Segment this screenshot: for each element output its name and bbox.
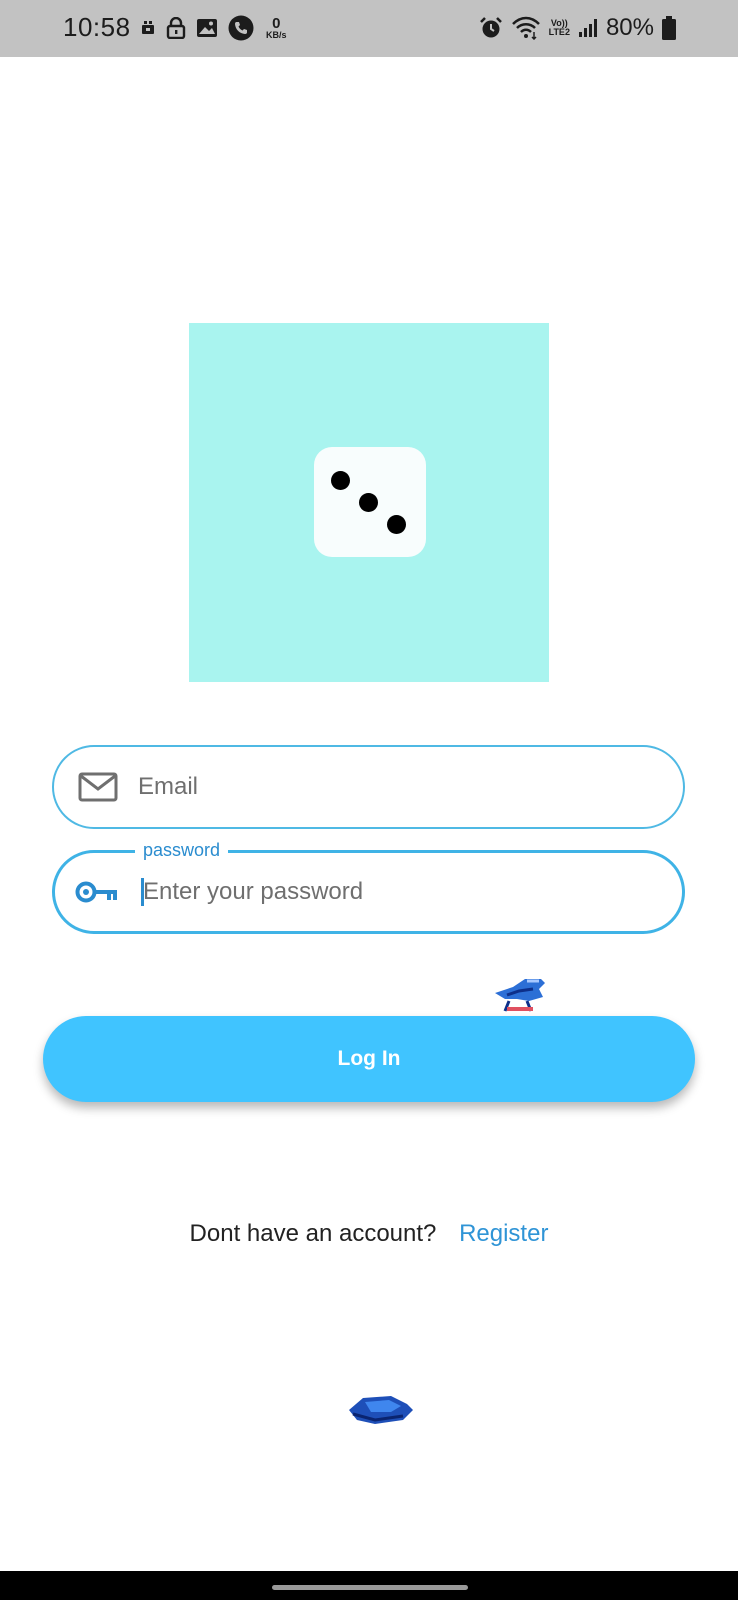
video-record-icon — [142, 21, 154, 34]
password-field[interactable]: password — [52, 839, 685, 934]
password-label: password — [135, 839, 229, 861]
password-input[interactable] — [143, 872, 662, 912]
die-icon — [314, 447, 426, 557]
mail-icon — [78, 772, 118, 802]
status-system-icons: Vo)) LTE2 80% — [479, 14, 676, 42]
die-pip — [359, 493, 378, 512]
image-icon — [197, 19, 217, 37]
network-speed-unit: KB/s — [266, 30, 287, 40]
signal-icon — [578, 19, 597, 37]
navigation-bar — [0, 1571, 738, 1600]
status-bar: 10:58 0 KB/s Vo)) LTE2 80% — [0, 0, 738, 57]
battery-percent: 80% — [605, 14, 654, 41]
key-icon — [75, 881, 117, 903]
app-logo — [189, 323, 549, 682]
register-prompt: Dont have an account? — [189, 1220, 437, 1247]
email-input[interactable] — [138, 767, 663, 807]
phone-call-icon — [228, 15, 254, 41]
register-link[interactable]: Register — [459, 1220, 548, 1247]
bird-sprite-icon — [495, 979, 545, 1012]
login-screen: 10:58 0 KB/s Vo)) LTE2 80% Email passwor… — [0, 0, 738, 1600]
login-button[interactable]: Log In — [43, 1016, 695, 1102]
die-pip — [331, 471, 350, 490]
status-notification-icons: 0 KB/s — [140, 14, 287, 42]
login-button-label: Log In — [337, 1047, 401, 1070]
cap-sprite-icon — [349, 1396, 413, 1424]
wifi-icon — [511, 16, 540, 40]
home-gesture-handle[interactable] — [272, 1585, 468, 1590]
email-field[interactable] — [52, 745, 685, 829]
lte-label: LTE2 — [548, 27, 570, 37]
alarm-icon — [479, 17, 502, 38]
register-row: Dont have an account? Register — [0, 1218, 738, 1250]
die-pip — [387, 515, 406, 534]
network-speed-value: 0 — [272, 15, 281, 32]
lock-icon — [166, 17, 186, 39]
network-speed: 0 KB/s — [266, 16, 287, 40]
lte-badge: Vo)) LTE2 — [549, 19, 570, 36]
text-cursor — [141, 878, 144, 906]
battery-icon — [662, 16, 676, 40]
status-time: 10:58 — [63, 12, 131, 42]
